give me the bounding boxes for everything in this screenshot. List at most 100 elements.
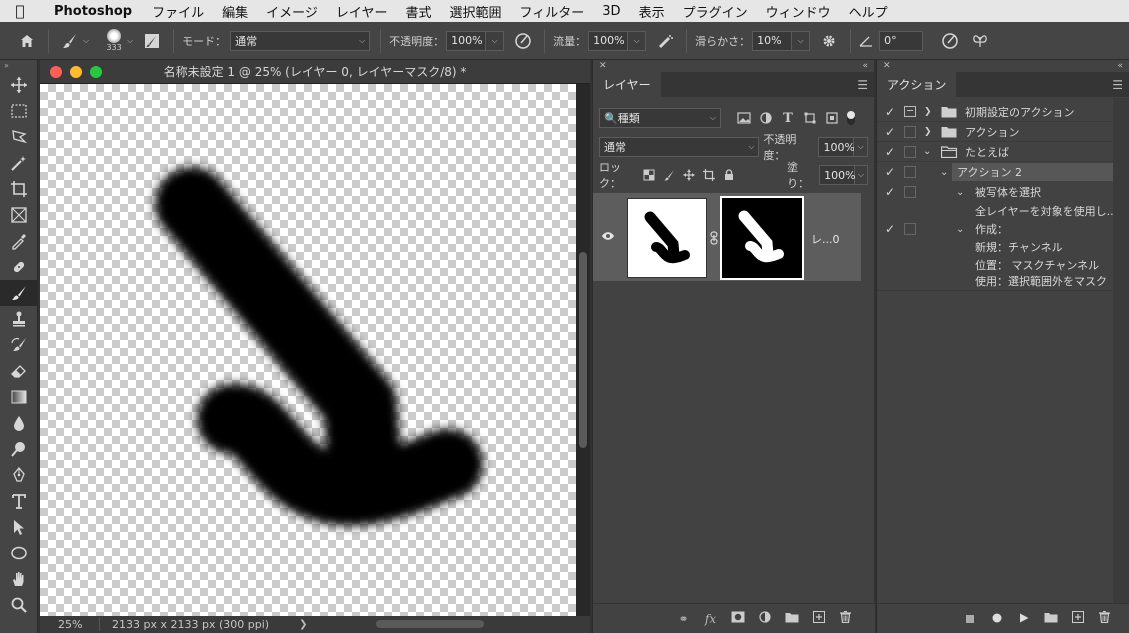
- toggle-check-icon[interactable]: ✓: [883, 105, 897, 119]
- layer-thumbnail[interactable]: [627, 198, 707, 278]
- layer-name[interactable]: レ...0: [811, 231, 840, 247]
- chevron-down-icon[interactable]: ⌄: [956, 224, 964, 235]
- chevron-down-icon[interactable]: ⌄: [923, 146, 931, 157]
- menu-layer[interactable]: レイヤー: [336, 2, 388, 21]
- type-tool[interactable]: [0, 488, 38, 514]
- flow-dropdown[interactable]: ⌵: [628, 30, 647, 51]
- ellipse-tool[interactable]: [0, 540, 38, 566]
- play-button[interactable]: [1010, 612, 1037, 626]
- filter-adjustment-icon[interactable]: [755, 108, 777, 128]
- dialog-toggle-icon[interactable]: [904, 106, 916, 117]
- mode-select[interactable]: 通常 ⌵: [230, 30, 371, 51]
- apple-menu-icon[interactable]: : [0, 2, 40, 20]
- trash-icon[interactable]: [832, 610, 859, 626]
- toggle-check-icon[interactable]: ✓: [883, 222, 897, 236]
- chevron-down-icon[interactable]: ⌵: [83, 36, 89, 46]
- layer-opacity-input[interactable]: 100%: [818, 137, 855, 157]
- menu-3d[interactable]: 3D: [602, 4, 620, 19]
- horizontal-scroll-thumb[interactable]: [376, 620, 484, 628]
- toggle-check-icon[interactable]: ✓: [883, 185, 897, 199]
- collapse-panel-icon[interactable]: «: [862, 60, 868, 72]
- history-brush-tool[interactable]: [0, 332, 38, 358]
- opacity-dropdown[interactable]: ⌵: [486, 30, 505, 51]
- record-button[interactable]: [983, 612, 1010, 626]
- layer-mask-thumbnail[interactable]: [720, 196, 804, 280]
- magic-wand-tool[interactable]: [0, 150, 38, 176]
- toggle-check-icon[interactable]: ✓: [883, 165, 897, 179]
- tab-layers[interactable]: レイヤー: [593, 72, 661, 97]
- pen-tool[interactable]: [0, 462, 38, 488]
- canvas[interactable]: [40, 84, 576, 616]
- gradient-tool[interactable]: [0, 384, 38, 410]
- chevron-right-icon[interactable]: ❯: [924, 107, 932, 117]
- tab-actions[interactable]: アクション: [877, 72, 957, 97]
- add-mask-icon[interactable]: [724, 611, 751, 626]
- status-menu-arrow-icon[interactable]: ❯: [299, 619, 307, 630]
- document-title-bar[interactable]: 名称未設定 1 @ 25% (レイヤー 0, レイヤーマスク/8) *: [40, 60, 590, 84]
- brush-settings-icon[interactable]: [141, 30, 163, 52]
- new-layer-icon[interactable]: [805, 611, 832, 626]
- vertical-scroll-thumb[interactable]: [579, 252, 587, 448]
- lock-transparent-pixels-icon[interactable]: [639, 165, 659, 185]
- filter-smart-object-icon[interactable]: [821, 108, 843, 128]
- eraser-tool[interactable]: [0, 358, 38, 384]
- menu-filter[interactable]: フィルター: [520, 2, 585, 21]
- layer-style-fx-icon[interactable]: fx: [697, 612, 724, 626]
- toggle-check-icon[interactable]: ✓: [883, 145, 897, 159]
- brush-size-picker[interactable]: 333: [103, 29, 125, 52]
- move-tool[interactable]: [0, 72, 38, 98]
- lock-artboard-icon[interactable]: [699, 165, 719, 185]
- zoom-level[interactable]: 25%: [40, 618, 100, 631]
- chevron-down-icon[interactable]: ⌵: [127, 36, 133, 46]
- menu-edit[interactable]: 編集: [222, 2, 248, 21]
- path-selection-tool[interactable]: [0, 514, 38, 540]
- eye-visibility-icon[interactable]: [601, 231, 615, 244]
- actions-scrollbar[interactable]: [1113, 98, 1129, 603]
- new-action-icon[interactable]: [1064, 611, 1091, 626]
- lock-image-pixels-icon[interactable]: [659, 165, 679, 185]
- filter-type-icon[interactable]: T: [777, 108, 799, 128]
- brush-tool[interactable]: [0, 280, 38, 306]
- action-set-row[interactable]: ✓ ❯ アクション: [877, 122, 1113, 142]
- menu-view[interactable]: 表示: [639, 2, 665, 21]
- chevron-right-icon[interactable]: ❯: [924, 127, 932, 137]
- menu-plugins[interactable]: プラグイン: [683, 2, 748, 21]
- panel-menu-icon[interactable]: ☰: [1112, 78, 1123, 92]
- fill-input[interactable]: 100%: [819, 165, 856, 185]
- menu-select[interactable]: 選択範囲: [450, 2, 502, 21]
- lock-all-icon[interactable]: [719, 165, 739, 185]
- chevron-down-icon[interactable]: ⌄: [940, 167, 948, 178]
- menu-type[interactable]: 書式: [406, 2, 432, 21]
- blur-tool[interactable]: [0, 410, 38, 436]
- fill-dropdown[interactable]: ⌵: [855, 165, 868, 185]
- clone-stamp-tool[interactable]: [0, 306, 38, 332]
- link-layers-icon[interactable]: ⚭: [670, 612, 697, 626]
- mask-link-icon[interactable]: [710, 231, 718, 248]
- action-command-row[interactable]: ✓ ⌄ 被写体を選択: [877, 182, 1113, 202]
- action-row[interactable]: ✓ ⌄ アクション 2: [877, 162, 1113, 182]
- opacity-input[interactable]: 100%: [446, 30, 487, 51]
- action-set-row[interactable]: ✓ ⌄ たとえば: [877, 142, 1113, 162]
- smoothing-dropdown[interactable]: ⌵: [792, 30, 811, 51]
- menu-help[interactable]: ヘルプ: [849, 2, 888, 21]
- angle-input[interactable]: 0°: [879, 30, 924, 51]
- dialog-toggle-box[interactable]: [904, 186, 916, 198]
- toggle-check-icon[interactable]: ✓: [883, 125, 897, 139]
- action-command-row[interactable]: ✓ ⌄ 作成：: [877, 219, 1113, 239]
- stop-button[interactable]: [956, 612, 983, 626]
- close-panel-icon[interactable]: ✕: [599, 60, 607, 72]
- trash-icon[interactable]: [1091, 610, 1118, 626]
- layer-opacity-dropdown[interactable]: ⌵: [854, 137, 868, 157]
- hand-tool[interactable]: [0, 566, 38, 592]
- filter-toggle-switch[interactable]: [847, 111, 855, 125]
- vertical-scrollbar[interactable]: [576, 84, 590, 616]
- dialog-toggle-box[interactable]: [904, 166, 916, 178]
- airbrush-icon[interactable]: [654, 30, 676, 52]
- collapse-panel-icon[interactable]: «: [1117, 60, 1123, 72]
- collapse-toolbar-icon[interactable]: »: [0, 60, 37, 72]
- healing-brush-tool[interactable]: [0, 254, 38, 280]
- blend-mode-select[interactable]: 通常 ⌵: [599, 137, 760, 157]
- panel-menu-icon[interactable]: ☰: [857, 78, 868, 92]
- marquee-tool[interactable]: [0, 98, 38, 124]
- close-panel-icon[interactable]: ✕: [883, 60, 891, 72]
